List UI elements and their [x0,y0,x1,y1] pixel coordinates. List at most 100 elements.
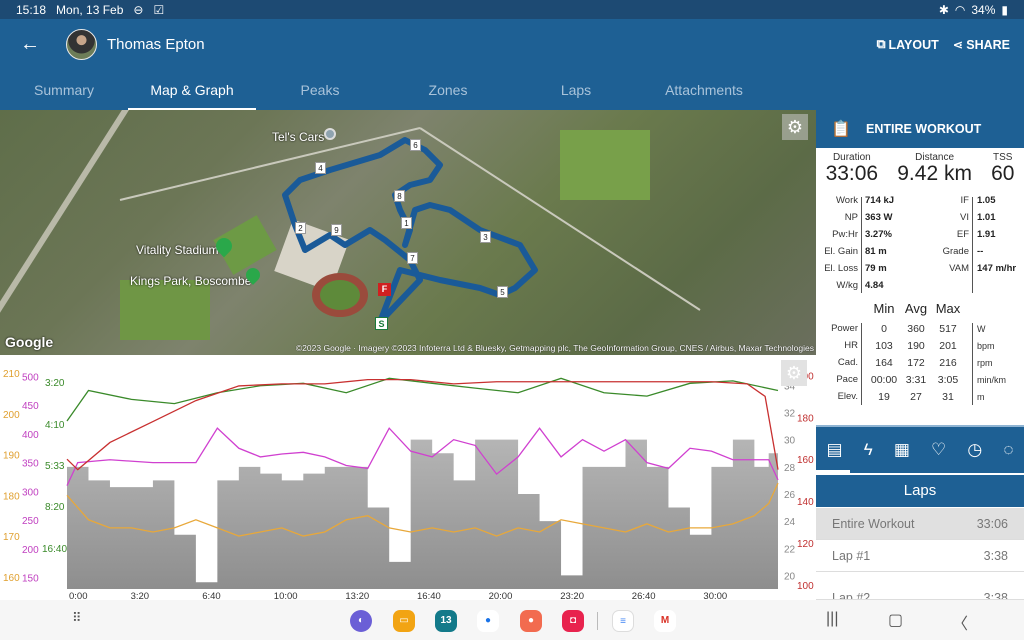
clock-icon[interactable]: ◷ [967,440,982,460]
workout-graph[interactable]: 160 170 180 190 200 210 150 200 250 300 350 400 450 5… [0,355,816,602]
dock-divider [597,612,598,630]
cadence-tick: 170 [3,532,20,543]
lap-marker[interactable]: 7 [407,252,418,264]
tab-map-graph[interactable]: Map & Graph [128,72,256,110]
lap-time: 3:38 [983,548,1008,563]
lap-marker[interactable]: 1 [401,217,412,229]
duration-value: 33:06 [825,162,879,185]
athlete-name: Thomas Epton [107,36,205,53]
x-tick: 23:20 [560,591,584,600]
bluetooth-icon: ✱ [938,2,949,17]
dashed-circle-icon[interactable]: ◌ [1003,440,1013,460]
mma-row-label: Power [831,323,858,334]
lap-marker[interactable]: 5 [497,286,508,298]
home-icon[interactable]: ▢ [888,610,903,630]
lap-row[interactable]: Lap #2 3:38 [816,572,1024,600]
stats-divider-left [861,197,862,293]
power-tick: 450 [22,401,39,412]
place-pin-icon[interactable] [324,128,336,140]
map-settings-gear-icon[interactable]: ⚙ [782,114,808,140]
checkbox-notification-icon: ☑ [153,2,165,17]
mma-row-label: Elev. [837,391,858,402]
cadence-tick: 200 [3,410,20,421]
wifi-icon: ◠ [954,2,966,17]
hr-tick: 180 [797,413,814,424]
stat-label: VI [960,212,969,223]
lightning-icon[interactable]: ϟ [864,440,873,460]
start-marker[interactable]: S [375,317,388,330]
battery-icon: ▮ [1001,2,1008,17]
mma-unit: bpm [977,341,995,351]
tab-peaks[interactable]: Peaks [256,72,384,110]
x-tick: 30:00 [703,591,727,600]
samsung-internet-icon[interactable]: ◐ [350,610,372,632]
cadence-tick: 180 [3,491,20,502]
status-date: Mon, 13 Feb [56,2,124,17]
lap-marker[interactable]: 3 [480,231,491,243]
lap-time: 3:38 [983,590,1008,600]
lap-row[interactable]: Entire Workout 33:06 [816,508,1024,540]
lap-marker[interactable]: 4 [315,162,326,174]
back-arrow-icon[interactable]: ← [20,33,40,56]
tab-zones[interactable]: Zones [384,72,512,110]
calendar-icon[interactable]: 13 [435,610,457,632]
tss-value: 60 [991,162,1015,185]
cadence-tick: 210 [3,369,20,380]
lap-marker[interactable]: 2 [295,222,306,234]
tab-summary[interactable]: Summary [0,72,128,110]
lap-name: Lap #2 [832,590,871,600]
tab-laps[interactable]: Laps [512,72,640,110]
littledown-ave [119,127,421,201]
summary-title: ENTIRE WORKOUT [866,122,982,136]
pace-tick: 3:20 [45,378,65,389]
min-avg-max-table: Min Avg Max Power 0 360 517 W HR 103 190 201 bpm Cad.… [816,301,1024,406]
summary-header: 📋 ENTIRE WORKOUT [816,110,1024,148]
stat-value: -- [977,246,984,257]
lap-marker[interactable]: 9 [331,224,342,236]
layout-button[interactable]: ⧉ LAYOUT [877,37,939,52]
back-nav-icon[interactable]: 〈 [952,610,968,634]
elevation-tick: 30 [784,436,796,447]
stat-value: 3.27% [865,229,892,240]
share-icon: ⋖ [952,38,964,52]
power-tick: 400 [22,430,39,441]
messages-icon[interactable]: ● [477,610,499,632]
hr-tick: 120 [797,539,814,550]
google-docs-icon[interactable]: ≡ [612,610,634,632]
graph-settings-gear-icon[interactable]: ⚙ [781,360,807,386]
route-map[interactable]: Tel's Cars Vitality Stadium Kings Park, … [0,110,816,355]
clipboard-icon[interactable]: ▤ [827,440,843,460]
stat-label: W/kg [836,280,858,291]
hr-tick: 100 [797,581,814,592]
mma-column-header: Max [935,301,961,316]
recent-apps-icon[interactable]: ||| [826,610,838,628]
laps-header: Laps [816,475,1024,507]
contacts-icon[interactable]: ● [520,610,542,632]
tab-attachments[interactable]: Attachments [640,72,768,110]
lap-marker[interactable]: 8 [394,190,405,202]
mma-value: 216 [939,357,957,369]
distance-block: Distance 9.42 km [897,152,972,185]
finish-marker[interactable]: F [378,283,391,296]
heart-icon[interactable]: ♡ [931,440,946,460]
power-tick: 250 [22,516,39,527]
screen-recorder-icon[interactable]: ◘ [562,610,584,632]
ruler-icon[interactable]: ▦ [894,440,910,460]
app-drawer-icon[interactable]: ⠿ [72,610,81,626]
share-button[interactable]: ⋖ SHARE [952,37,1010,53]
dnd-icon: ⊖ [133,2,144,17]
gmail-icon[interactable]: M [654,610,676,632]
elevation-tick: 32 [784,409,796,420]
x-tick: 26:40 [632,591,656,600]
stat-label: Work [836,195,858,206]
lap-name: Entire Workout [832,516,915,531]
my-files-icon[interactable]: ▭ [393,610,415,632]
graph-svg: 160 170 180 190 200 210 150 200 250 300 350 400 450 5… [3,369,814,602]
stat-value: 81 m [865,246,887,257]
lap-marker[interactable]: 6 [410,139,421,151]
stat-value: 1.05 [977,195,996,206]
pace-tick: 5:33 [45,461,65,472]
lap-row[interactable]: Lap #1 3:38 [816,540,1024,572]
athlete-avatar[interactable] [66,29,97,60]
x-tick: 0:00 [69,591,88,600]
